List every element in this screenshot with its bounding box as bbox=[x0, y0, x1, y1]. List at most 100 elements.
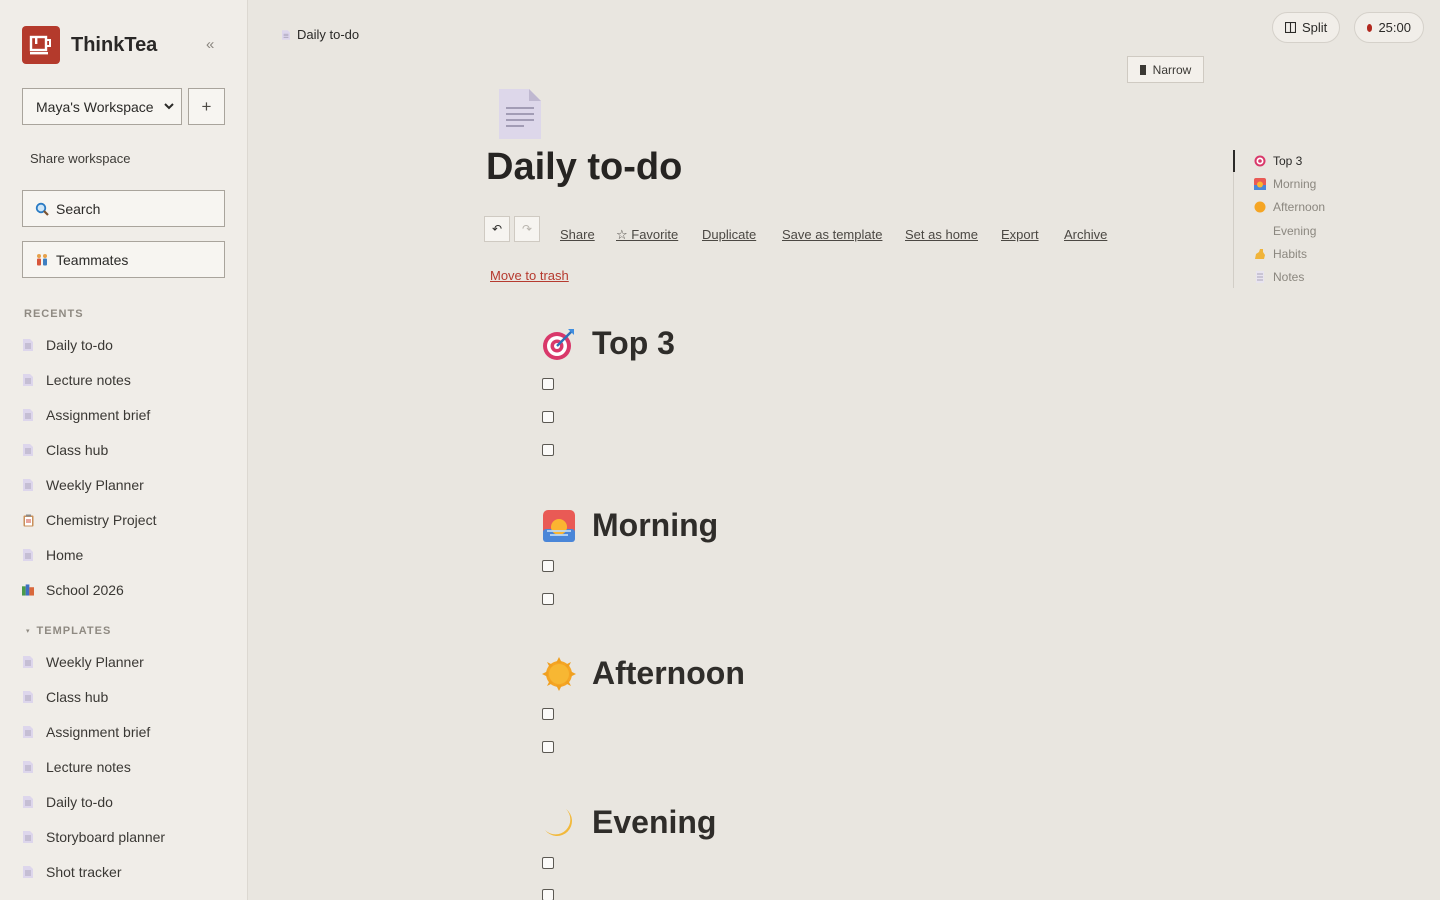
section-heading-top-3[interactable]: Top 3 bbox=[542, 325, 675, 362]
collapse-sidebar-icon[interactable]: « bbox=[206, 36, 214, 53]
template-item-class-hub[interactable]: Class hub bbox=[22, 683, 232, 711]
page-icon bbox=[22, 830, 34, 844]
page-icon bbox=[22, 373, 34, 387]
template-item-label: Daily to-do bbox=[46, 794, 113, 810]
template-item-daily-to-do[interactable]: Daily to-do bbox=[22, 788, 232, 816]
archive-button[interactable]: Archive bbox=[1064, 227, 1107, 242]
set-as-home-button[interactable]: Set as home bbox=[905, 227, 978, 242]
target-icon bbox=[542, 327, 576, 361]
pomodoro-timer-button[interactable]: 25:00 bbox=[1354, 12, 1424, 43]
todo-checkbox[interactable] bbox=[542, 444, 554, 456]
page-icon bbox=[22, 760, 34, 774]
section-heading-morning[interactable]: Morning bbox=[542, 507, 718, 544]
section-heading-evening[interactable]: Evening bbox=[542, 804, 716, 841]
share-button[interactable]: Share bbox=[560, 227, 595, 242]
app-name: ThinkTea bbox=[71, 33, 158, 56]
toc-item-top-3[interactable]: Top 3 bbox=[1254, 154, 1302, 168]
todo-checkbox[interactable] bbox=[542, 378, 554, 390]
duplicate-button[interactable]: Duplicate bbox=[702, 227, 756, 242]
moon-icon bbox=[542, 806, 576, 840]
undo-button[interactable]: ↶ bbox=[484, 216, 510, 242]
narrow-width-button[interactable]: Narrow bbox=[1127, 56, 1204, 83]
target-icon bbox=[1254, 155, 1266, 167]
template-item-label: Shot tracker bbox=[46, 864, 122, 880]
recent-item-home[interactable]: Home bbox=[22, 541, 232, 569]
toc-item-afternoon[interactable]: Afternoon bbox=[1254, 200, 1325, 214]
todo-checkbox[interactable] bbox=[542, 741, 554, 753]
workspace-select[interactable]: Maya's Workspace bbox=[22, 88, 182, 125]
toc-label: Morning bbox=[1273, 177, 1317, 191]
section-heading-afternoon[interactable]: Afternoon bbox=[542, 655, 745, 692]
toc-label: Evening bbox=[1273, 224, 1317, 238]
breadcrumb-label: Daily to-do bbox=[297, 27, 360, 42]
recents-heading: RECENTS bbox=[24, 308, 84, 320]
recent-item-chemistry-project[interactable]: Chemistry Project bbox=[22, 506, 232, 534]
teammates-button[interactable]: Teammates bbox=[22, 241, 225, 278]
templates-heading-label: TEMPLATES bbox=[36, 625, 112, 637]
thinktea-logo-icon bbox=[22, 26, 60, 64]
export-button[interactable]: Export bbox=[1001, 227, 1039, 242]
toc-item-notes[interactable]: Notes bbox=[1254, 270, 1304, 284]
recent-item-label: School 2026 bbox=[46, 582, 124, 598]
redo-button[interactable]: ↷ bbox=[514, 216, 540, 242]
recent-item-school-2026[interactable]: School 2026 bbox=[22, 576, 232, 604]
split-view-button[interactable]: Split bbox=[1272, 12, 1340, 43]
sunrise-icon bbox=[1254, 178, 1266, 190]
template-item-lecture-notes[interactable]: Lecture notes bbox=[22, 753, 232, 781]
toc-item-morning[interactable]: Morning bbox=[1254, 177, 1316, 191]
search-button[interactable]: Search bbox=[22, 190, 225, 227]
todo-checkbox[interactable] bbox=[542, 560, 554, 572]
teammates-label: Teammates bbox=[56, 251, 129, 268]
brand[interactable]: ThinkTea bbox=[22, 26, 157, 64]
breadcrumb[interactable]: Daily to-do bbox=[282, 27, 359, 42]
template-item-storyboard-planner[interactable]: Storyboard planner bbox=[22, 823, 232, 851]
page-icon bbox=[22, 408, 34, 422]
people-icon bbox=[35, 253, 49, 267]
recent-item-label: Chemistry Project bbox=[46, 512, 157, 528]
search-icon bbox=[35, 202, 49, 216]
page-icon bbox=[22, 443, 34, 457]
todo-checkbox[interactable] bbox=[542, 593, 554, 605]
sidebar: ThinkTea « Maya's Workspace + Share work… bbox=[0, 0, 248, 900]
recent-item-label: Lecture notes bbox=[46, 372, 131, 388]
todo-checkbox[interactable] bbox=[542, 857, 554, 869]
toc-label: Afternoon bbox=[1273, 200, 1326, 214]
recent-item-label: Assignment brief bbox=[46, 407, 151, 423]
share-workspace-link[interactable]: Share workspace bbox=[30, 151, 130, 166]
record-dot-icon bbox=[1367, 23, 1373, 32]
todo-checkbox[interactable] bbox=[542, 708, 554, 720]
template-item-label: Weekly Planner bbox=[46, 654, 144, 670]
template-item-shot-tracker[interactable]: Shot tracker bbox=[22, 858, 232, 886]
chevron-down-icon: ▾ bbox=[26, 628, 31, 635]
add-workspace-button[interactable]: + bbox=[188, 88, 225, 125]
toc-item-evening[interactable]: Evening bbox=[1254, 224, 1316, 238]
page-title[interactable]: Daily to-do bbox=[486, 146, 682, 189]
template-item-label: Storyboard planner bbox=[46, 829, 166, 845]
save-as-template-button[interactable]: Save as template bbox=[782, 227, 882, 242]
recent-item-daily-to-do[interactable]: Daily to-do bbox=[22, 331, 232, 359]
chevron-down-icon bbox=[164, 103, 174, 110]
move-to-trash-button[interactable]: Move to trash bbox=[490, 268, 569, 283]
template-item-weekly-planner[interactable]: Weekly Planner bbox=[22, 648, 232, 676]
template-item-assignment-brief[interactable]: Assignment brief bbox=[22, 718, 232, 746]
todo-checkbox[interactable] bbox=[542, 411, 554, 423]
sun-icon bbox=[1254, 201, 1266, 213]
document-icon[interactable] bbox=[498, 88, 542, 145]
search-label: Search bbox=[56, 200, 101, 217]
toc-item-habits[interactable]: Habits bbox=[1254, 247, 1307, 261]
toc-label: Habits bbox=[1273, 247, 1308, 261]
todo-checkbox[interactable] bbox=[542, 889, 554, 900]
sun-icon bbox=[542, 656, 576, 691]
templates-heading[interactable]: ▾ TEMPLATES bbox=[26, 625, 111, 637]
timer-value: 25:00 bbox=[1378, 20, 1411, 35]
template-item-label: Lecture notes bbox=[46, 759, 131, 775]
favorite-button[interactable]: ☆ Favorite bbox=[616, 227, 678, 243]
moon-icon bbox=[1254, 225, 1266, 237]
recent-item-lecture-notes[interactable]: Lecture notes bbox=[22, 366, 232, 394]
page-icon bbox=[22, 548, 34, 562]
clipboard-icon bbox=[22, 513, 34, 527]
recent-item-label: Weekly Planner bbox=[46, 477, 144, 493]
recent-item-assignment-brief[interactable]: Assignment brief bbox=[22, 401, 232, 429]
recent-item-class-hub[interactable]: Class hub bbox=[22, 436, 232, 464]
recent-item-weekly-planner[interactable]: Weekly Planner bbox=[22, 471, 232, 499]
